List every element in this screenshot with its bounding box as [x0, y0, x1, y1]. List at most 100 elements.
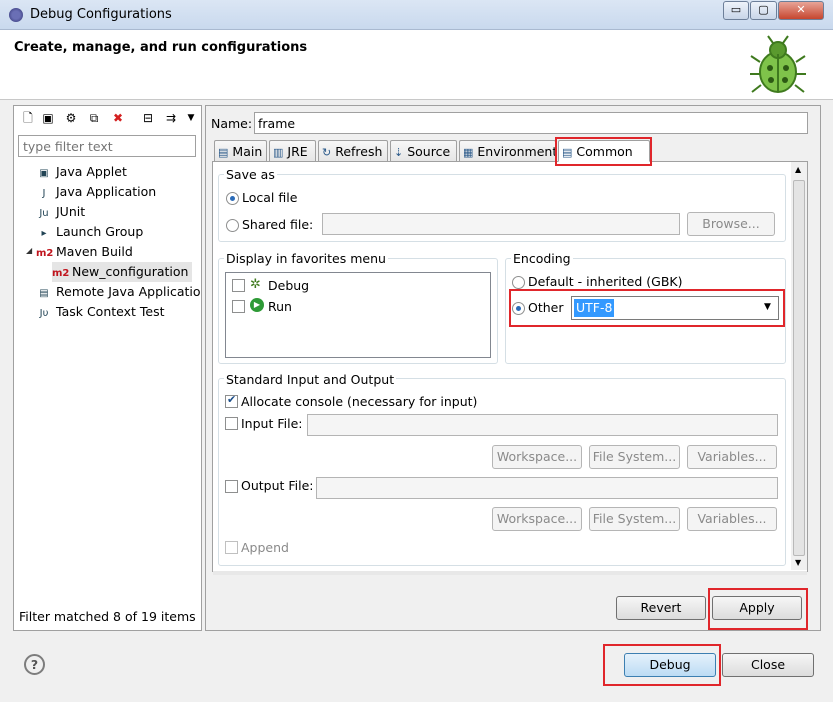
other-encoding-label[interactable]: Other	[528, 300, 564, 315]
tab-common[interactable]: ▤ Common	[558, 140, 650, 162]
close-window-button[interactable]: ✕	[778, 1, 824, 20]
scroll-up-arrow[interactable]: ▲	[795, 165, 801, 174]
tab-main[interactable]: ▤ Main	[214, 140, 267, 162]
main-tab-icon: ▤	[218, 146, 229, 159]
allocate-console-checkbox[interactable]: ✔	[225, 393, 238, 408]
shared-file-radio[interactable]	[226, 219, 239, 232]
default-encoding-radio[interactable]	[512, 276, 525, 289]
append-label[interactable]: Append	[241, 540, 289, 555]
tree-item[interactable]: ▣ Java Applet	[36, 162, 127, 182]
duplicate-icon[interactable]: ⧉	[86, 110, 102, 126]
browse-button[interactable]: Browse...	[687, 212, 775, 236]
filter-icon[interactable]: ⇉	[163, 110, 179, 126]
tree-item-label: Maven Build	[56, 244, 133, 259]
collapse-arrow-icon[interactable]: ◢	[26, 246, 32, 255]
refresh-tab-icon: ↻	[322, 146, 332, 159]
tree-item[interactable]: Jυ Task Context Test	[36, 302, 165, 322]
allocate-console-label[interactable]: Allocate console (necessary for input)	[241, 394, 477, 409]
common-tab-icon: ▤	[562, 146, 573, 159]
help-icon[interactable]: ?	[24, 654, 45, 675]
output-file-label[interactable]: Output File:	[241, 478, 314, 493]
output-workspace-button[interactable]: Workspace...	[492, 507, 582, 531]
tab-label: Common	[576, 144, 633, 159]
minimize-button[interactable]: ▭	[723, 1, 749, 20]
tab-label: Refresh	[335, 144, 383, 159]
java-applet-icon: ▣	[39, 168, 49, 179]
close-button[interactable]: Close	[722, 653, 814, 677]
tab-jre[interactable]: ▥ JRE	[269, 140, 316, 162]
input-variables-button[interactable]: Variables...	[687, 445, 777, 469]
tab-environment[interactable]: ▦ Environment	[459, 140, 557, 162]
java-application-icon: J	[42, 188, 46, 199]
output-file-field[interactable]	[316, 477, 778, 499]
maven-icon: m2	[36, 248, 54, 259]
maximize-button[interactable]: ▢	[750, 1, 777, 20]
name-input[interactable]	[254, 112, 808, 134]
tree-item[interactable]: ▤ Remote Java Applicatio	[36, 282, 201, 302]
filter-input[interactable]	[18, 135, 196, 157]
tab-label: Main	[232, 144, 263, 159]
favorite-debug-checkbox[interactable]	[232, 279, 245, 292]
new-config-icon[interactable]: 🗋	[20, 110, 36, 126]
tree-item-label: Launch Group	[56, 224, 144, 239]
tree-item-label: Java Applet	[56, 164, 127, 179]
input-file-system-button[interactable]: File System...	[589, 445, 680, 469]
chevron-down-icon[interactable]: ▼	[764, 302, 771, 312]
eclipse-icon	[9, 8, 23, 22]
delete-icon[interactable]: ✖	[110, 110, 126, 126]
export-icon[interactable]: ⚙	[63, 110, 79, 126]
run-icon: ▶	[250, 298, 264, 312]
shared-file-input[interactable]	[322, 213, 680, 235]
collapse-all-icon[interactable]: ⊟	[140, 110, 156, 126]
tab-source[interactable]: ⇣ Source	[390, 140, 457, 162]
tree-item[interactable]: ▸ Launch Group	[36, 222, 143, 242]
input-workspace-button[interactable]: Workspace...	[492, 445, 582, 469]
favorites-title: Display in favorites menu	[224, 251, 388, 266]
revert-button[interactable]: Revert	[616, 596, 706, 620]
favorite-debug-label: Debug	[268, 278, 310, 293]
bug-logo-icon	[750, 35, 806, 93]
local-file-radio[interactable]	[226, 192, 239, 205]
junit-icon: Ju	[39, 208, 49, 219]
tree-item[interactable]: Ju JUnit	[36, 202, 85, 222]
encoding-select[interactable]: UTF-8 ▼	[571, 296, 779, 320]
tab-label: Source	[407, 144, 451, 159]
page-title: Create, manage, and run configurations	[14, 40, 308, 55]
new-prototype-icon[interactable]: ▣	[40, 110, 56, 126]
vertical-scrollbar[interactable]: ▲ ▼	[791, 162, 807, 570]
tree-item[interactable]: m2 Maven Build	[36, 242, 133, 262]
input-file-checkbox[interactable]	[225, 417, 238, 430]
favorites-list[interactable]	[225, 272, 491, 358]
output-file-system-button[interactable]: File System...	[589, 507, 680, 531]
view-menu-icon[interactable]: ▼	[183, 110, 199, 126]
apply-button[interactable]: Apply	[712, 596, 802, 620]
other-encoding-radio[interactable]	[512, 302, 525, 315]
append-checkbox[interactable]	[225, 541, 238, 554]
scroll-down-arrow[interactable]: ▼	[795, 558, 801, 567]
shared-file-label[interactable]: Shared file:	[242, 217, 313, 232]
save-as-title: Save as	[224, 167, 277, 182]
tree-item-label: Remote Java Applicatio	[56, 284, 201, 299]
favorite-run-label: Run	[268, 299, 292, 314]
horizontal-scrollbar[interactable]	[213, 571, 807, 575]
output-variables-button[interactable]: Variables...	[687, 507, 777, 531]
tree-item-label: New_configuration	[72, 264, 189, 279]
tree-item[interactable]: m2 New_configuration	[52, 262, 193, 282]
task-context-icon: Jυ	[39, 308, 49, 319]
maven-icon: m2	[52, 268, 70, 279]
default-encoding-label[interactable]: Default - inherited (GBK)	[528, 274, 682, 289]
tree-item[interactable]: J Java Application	[36, 182, 157, 202]
dialog-header: Create, manage, and run configurations	[0, 30, 833, 100]
window-title: Debug Configurations	[30, 7, 172, 22]
debug-bug-icon: ✲	[250, 277, 261, 292]
favorite-run-checkbox[interactable]	[232, 300, 245, 313]
jre-tab-icon: ▥	[273, 146, 284, 159]
input-file-label[interactable]: Input File:	[241, 416, 302, 431]
tab-label: JRE	[287, 144, 308, 159]
local-file-label[interactable]: Local file	[242, 190, 297, 205]
output-file-checkbox[interactable]	[225, 480, 238, 493]
debug-button[interactable]: Debug	[624, 653, 716, 677]
input-file-field[interactable]	[307, 414, 778, 436]
tab-refresh[interactable]: ↻ Refresh	[318, 140, 388, 162]
scroll-thumb[interactable]	[793, 180, 805, 556]
